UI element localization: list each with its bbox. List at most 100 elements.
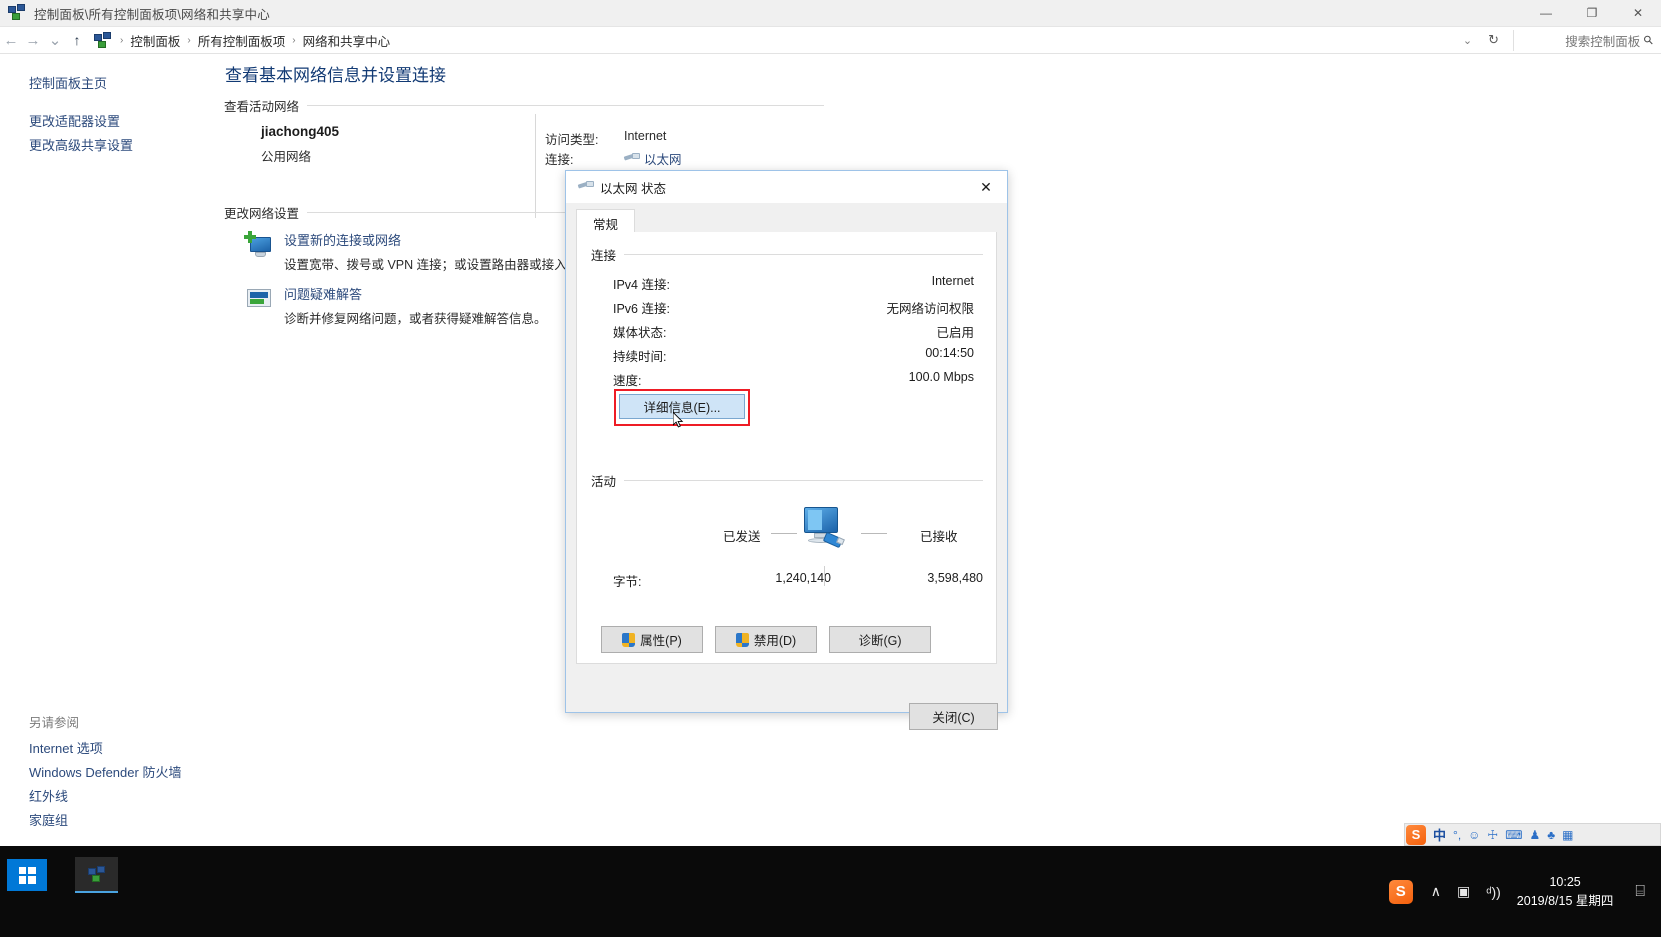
active-networks-header: 查看活动网络 (224, 96, 824, 115)
disable-button-label: 禁用(D) (753, 634, 797, 648)
duration-label: 持续时间: (613, 350, 667, 364)
taskbar-item-control-panel[interactable] (75, 857, 118, 893)
divider (771, 533, 797, 534)
maximize-button[interactable]: ❐ (1569, 0, 1615, 27)
window-title: 控制面板\所有控制面板项\网络和共享中心 (34, 7, 270, 22)
disable-button[interactable]: 禁用(D) (715, 626, 817, 653)
task-new-connection[interactable]: 设置新的连接或网络 设置宽带、拨号或 VPN 连接；或设置路由器或接入点。 (244, 230, 592, 273)
taskbar-clock[interactable]: 10:25 2019/8/15 星期四 (1517, 873, 1614, 911)
diagnose-button[interactable]: 诊断(G) (829, 626, 931, 653)
duration-value: 00:14:50 (925, 346, 974, 360)
sidebar-item-internet-options[interactable]: Internet 选项 (29, 736, 103, 759)
ime-skin-icon[interactable]: ♣ (1547, 828, 1555, 842)
active-networks-label: 查看活动网络 (224, 100, 300, 114)
dialog-close-icon[interactable]: ✕ (965, 171, 1007, 203)
up-button[interactable]: ↑ (66, 32, 88, 48)
windows-logo-icon (18, 866, 36, 884)
page-title: 查看基本网络信息并设置连接 (225, 66, 446, 85)
dialog-action-buttons: 属性(P) 禁用(D) 诊断(G) (601, 626, 931, 653)
task-troubleshoot-link[interactable]: 问题疑难解答 (284, 287, 362, 302)
ipv4-value: Internet (931, 274, 974, 288)
bytes-received-value: 3,598,480 (927, 571, 983, 585)
recent-locations-button[interactable]: ⌄ (44, 31, 66, 49)
ime-mode-icon[interactable]: 中 (1433, 825, 1446, 844)
tab-page-general: 连接 IPv4 连接: Internet IPv6 连接: 无网络访问权限 媒体… (576, 232, 997, 664)
close-button[interactable]: ✕ (1615, 0, 1661, 27)
breadcrumb-item-1[interactable]: 所有控制面板项 (194, 29, 290, 52)
dialog-body: 常规 连接 IPv4 连接: Internet IPv6 连接: 无网络访问权限… (566, 203, 1007, 730)
volume-tray-icon[interactable]: ᵈ)) (1486, 884, 1501, 900)
see-also-header: 另请参阅 (29, 716, 80, 730)
breadcrumb-item-2[interactable]: 网络和共享中心 (299, 29, 395, 52)
sidebar-item-infrared[interactable]: 红外线 (29, 784, 68, 807)
clock-time: 10:25 (1549, 874, 1581, 889)
speed-label: 速度: (613, 374, 642, 388)
breadcrumb-separator-1: › (187, 34, 191, 46)
search-input[interactable]: 搜索控制面板 ⚲ (1513, 29, 1657, 51)
ipv6-value: 无网络访问权限 (886, 302, 974, 316)
network-activity-icon (796, 507, 848, 553)
sogou-ime-logo-icon[interactable]: S (1406, 824, 1426, 845)
ipv4-label: IPv4 连接: (613, 278, 670, 292)
system-tray: S ∧ ▣ ᵈ)) 10:25 2019/8/15 星期四 ⌸ (1388, 846, 1661, 937)
activity-section-label: 活动 (591, 475, 617, 489)
sidebar-item-change-advanced-sharing[interactable]: 更改高级共享设置 (29, 133, 133, 156)
window-controls: — ❐ ✕ (1523, 0, 1661, 27)
connection-section-header: 连接 (591, 245, 983, 264)
access-type-label: 访问类型: (545, 133, 599, 147)
back-button[interactable]: ← (0, 32, 22, 49)
control-panel-icon (88, 865, 105, 883)
sidebar-item-windows-defender-firewall[interactable]: Windows Defender 防火墙 (29, 760, 181, 783)
breadcrumb-item-0[interactable]: 控制面板 (126, 29, 184, 52)
chevron-down-icon[interactable]: ⌄ (1455, 34, 1480, 47)
sogou-tray-icon[interactable]: S (1388, 879, 1413, 904)
tabstrip: 常规 (576, 209, 997, 239)
breadcrumb-separator-0: › (120, 34, 124, 46)
task-new-connection-link[interactable]: 设置新的连接或网络 (284, 233, 401, 248)
media-state-value: 已启用 (936, 326, 974, 340)
breadcrumb-icon[interactable] (94, 31, 111, 49)
received-label: 已接收 (920, 530, 958, 544)
sidebar: 控制面板主页 更改适配器设置 更改高级共享设置 另请参阅 Internet 选项… (0, 54, 222, 837)
ime-voice-icon[interactable]: ☩ (1487, 828, 1498, 842)
task-new-connection-desc: 设置宽带、拨号或 VPN 连接；或设置路由器或接入点。 (284, 258, 592, 272)
troubleshoot-icon (244, 285, 274, 315)
ime-keyboard-icon[interactable]: ⌨ (1505, 828, 1522, 842)
ethernet-status-dialog: 以太网 状态 ✕ 常规 连接 IPv4 连接: Internet IPv6 连接… (565, 170, 1008, 730)
dialog-title: 以太网 状态 (600, 181, 666, 196)
ethernet-icon (577, 178, 594, 196)
diagnose-button-label: 诊断(G) (858, 634, 902, 648)
refresh-icon[interactable]: ↻ (1480, 32, 1507, 48)
clock-date: 2019/8/15 星期四 (1516, 893, 1614, 908)
mouse-cursor (673, 412, 684, 428)
ime-user-icon[interactable]: ♟ (1530, 828, 1541, 842)
show-hidden-icons-chevron-icon[interactable]: ∧ (1431, 883, 1441, 900)
sidebar-item-change-adapter-settings[interactable]: 更改适配器设置 (29, 109, 120, 132)
sidebar-item-control-panel-home[interactable]: 控制面板主页 (29, 71, 107, 94)
network-name: jiachong405 (261, 124, 340, 139)
access-type-value: Internet (624, 129, 667, 143)
sidebar-item-homegroup[interactable]: 家庭组 (29, 808, 68, 831)
address-bar-right: ⌄ ↻ 搜索控制面板 ⚲ (1455, 29, 1661, 51)
speed-value: 100.0 Mbps (908, 370, 974, 384)
window-titlebar: 控制面板\所有控制面板项\网络和共享中心 — ❐ ✕ (0, 0, 1661, 27)
forward-button[interactable]: → (22, 32, 44, 49)
shield-icon (735, 632, 749, 647)
dialog-close-button[interactable]: 关闭(C) (909, 703, 998, 730)
connection-value-link[interactable]: 以太网 (644, 149, 682, 168)
media-state-label: 媒体状态: (613, 326, 667, 340)
new-connection-icon (244, 231, 274, 261)
ime-punctuation-icon[interactable]: °, (1453, 828, 1461, 842)
task-troubleshoot[interactable]: 问题疑难解答 诊断并修复网络问题，或者获得疑难解答信息。 (244, 284, 547, 327)
properties-button[interactable]: 属性(P) (601, 626, 703, 653)
start-button[interactable] (7, 859, 47, 891)
breadcrumb: › 控制面板 › 所有控制面板项 › 网络和共享中心 (94, 29, 394, 52)
divider (624, 254, 983, 255)
network-tray-icon[interactable]: ▣ (1457, 883, 1470, 900)
notification-center-icon[interactable]: ⌸ (1635, 883, 1645, 901)
ethernet-icon (623, 150, 640, 168)
minimize-button[interactable]: — (1523, 0, 1569, 27)
ime-toolbox-icon[interactable]: ▦ (1562, 828, 1573, 842)
bytes-sent-value: 1,240,140 (775, 571, 831, 585)
ime-emoji-icon[interactable]: ☺ (1468, 828, 1480, 842)
